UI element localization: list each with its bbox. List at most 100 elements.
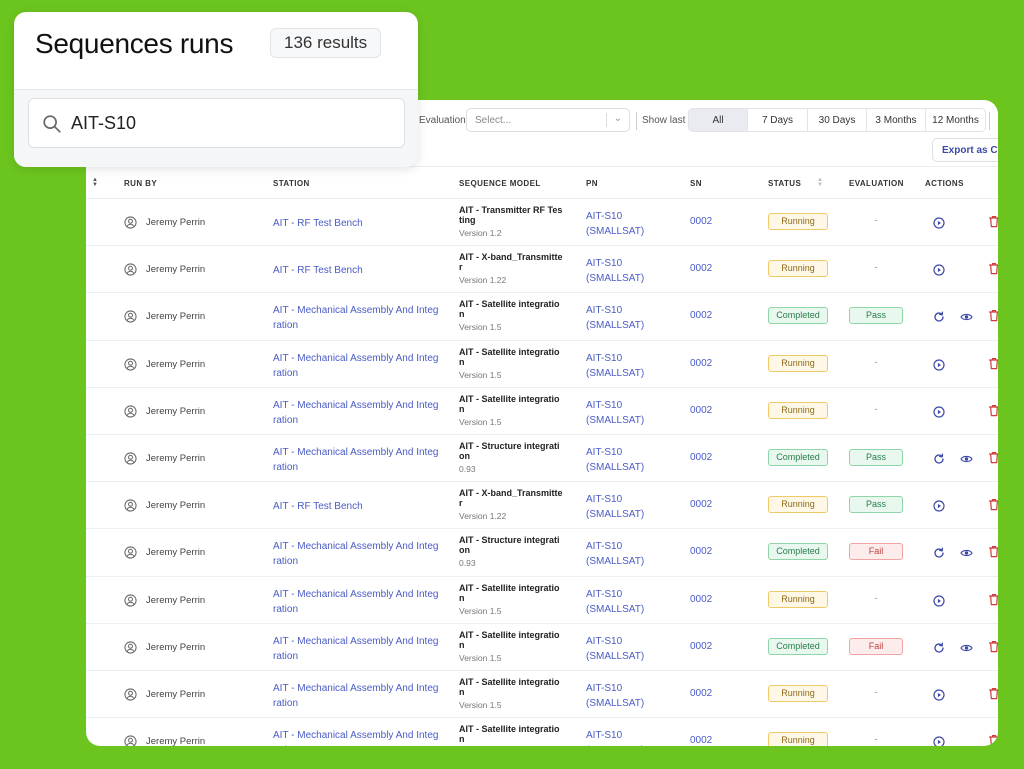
evaluation-select[interactable]: Select... ⌄ bbox=[466, 108, 630, 132]
eye-icon[interactable] bbox=[960, 310, 973, 322]
sort-icon[interactable]: ▲ ▼ bbox=[817, 177, 823, 188]
pn-link[interactable]: AIT-S10 (SMALLSAT) bbox=[586, 728, 676, 746]
trash-icon[interactable] bbox=[988, 357, 998, 370]
play-circle-icon[interactable] bbox=[933, 594, 945, 607]
range-option-3-months[interactable]: 3 Months bbox=[866, 109, 925, 131]
station-link[interactable]: AIT - Mechanical Assembly And Integratio… bbox=[273, 351, 441, 381]
eye-icon[interactable] bbox=[960, 546, 973, 558]
table-row[interactable]: Jeremy Perrin AIT - Mechanical Assembly A… bbox=[86, 671, 998, 719]
trash-icon[interactable] bbox=[988, 640, 998, 653]
pn-link[interactable]: AIT-S10 (SMALLSAT) bbox=[586, 209, 676, 239]
sequence-model-cell: AIT - Satellite integration Version 1.5 bbox=[459, 347, 563, 380]
eye-icon[interactable] bbox=[960, 452, 973, 464]
table-row[interactable]: Jeremy Perrin AIT - Mechanical Assembly A… bbox=[86, 293, 998, 341]
trash-icon[interactable] bbox=[988, 404, 998, 417]
station-link[interactable]: AIT - Mechanical Assembly And Integratio… bbox=[273, 587, 441, 617]
user-circle-icon bbox=[124, 593, 137, 607]
trash-icon[interactable] bbox=[988, 498, 998, 511]
trash-icon[interactable] bbox=[988, 687, 998, 700]
trash-icon[interactable] bbox=[988, 215, 998, 228]
trash-icon[interactable] bbox=[988, 734, 998, 746]
table-row[interactable]: Jeremy Perrin AIT - RF Test Bench AIT - X-… bbox=[86, 482, 998, 530]
search-input[interactable]: AIT-S10 bbox=[28, 98, 405, 148]
sequence-model-cell: AIT - Structure integration 0.93 bbox=[459, 441, 563, 474]
column-header-sn[interactable]: SN bbox=[690, 179, 702, 188]
table-row[interactable]: Jeremy Perrin AIT - Mechanical Assembly A… bbox=[86, 718, 998, 746]
range-option-7-days[interactable]: 7 Days bbox=[747, 109, 807, 131]
sn-link[interactable]: 0002 bbox=[690, 358, 712, 369]
pn-link[interactable]: AIT-S10 (SMALLSAT) bbox=[586, 634, 676, 664]
table-row[interactable]: Jeremy Perrin AIT - Mechanical Assembly A… bbox=[86, 388, 998, 435]
sn-link[interactable]: 0002 bbox=[690, 546, 712, 557]
eye-icon[interactable] bbox=[960, 641, 973, 653]
refresh-icon[interactable] bbox=[933, 452, 945, 464]
pn-link[interactable]: AIT-S10 (SMALLSAT) bbox=[586, 445, 676, 475]
play-circle-icon[interactable] bbox=[933, 735, 945, 746]
sn-link[interactable]: 0002 bbox=[690, 452, 712, 463]
column-header-pn[interactable]: PN bbox=[586, 179, 598, 188]
table-row[interactable]: Jeremy Perrin AIT - Mechanical Assembly A… bbox=[86, 435, 998, 483]
pn-link[interactable]: AIT-S10 (SMALLSAT) bbox=[586, 303, 676, 333]
station-link[interactable]: AIT - Mechanical Assembly And Integratio… bbox=[273, 539, 441, 569]
trash-icon[interactable] bbox=[988, 309, 998, 322]
sn-link[interactable]: 0002 bbox=[690, 688, 712, 699]
pn-link[interactable]: AIT-S10 (SMALLSAT) bbox=[586, 351, 676, 381]
range-option-30-days[interactable]: 30 Days bbox=[807, 109, 866, 131]
pn-link[interactable]: AIT-S10 (SMALLSAT) bbox=[586, 256, 676, 286]
column-header-run-by[interactable]: RUN BY bbox=[124, 179, 157, 188]
table-row[interactable]: Jeremy Perrin AIT - RF Test Bench AIT - X-… bbox=[86, 246, 998, 294]
table-row[interactable]: Jeremy Perrin AIT - Mechanical Assembly A… bbox=[86, 529, 998, 577]
range-option-all[interactable]: All bbox=[689, 109, 747, 131]
play-circle-icon[interactable] bbox=[933, 405, 945, 418]
column-header-evaluation[interactable]: EVALUATION bbox=[849, 179, 904, 188]
pn-link[interactable]: AIT-S10 (SMALLSAT) bbox=[586, 681, 676, 711]
column-header-status[interactable]: STATUS bbox=[768, 179, 801, 188]
pn-link[interactable]: AIT-S10 (SMALLSAT) bbox=[586, 398, 676, 428]
sequence-model-name: AIT - Structure integration bbox=[459, 440, 560, 461]
table-row[interactable]: Jeremy Perrin AIT - RF Test Bench AIT - Tr… bbox=[86, 199, 998, 247]
trash-icon[interactable] bbox=[988, 451, 998, 464]
station-link[interactable]: AIT - Mechanical Assembly And Integratio… bbox=[273, 303, 441, 333]
range-option-12-months[interactable]: 12 Months bbox=[925, 109, 985, 131]
pn-link[interactable]: AIT-S10 (SMALLSAT) bbox=[586, 587, 676, 617]
trash-icon[interactable] bbox=[988, 593, 998, 606]
sn-link[interactable]: 0002 bbox=[690, 310, 712, 321]
station-link[interactable]: AIT - RF Test Bench bbox=[273, 216, 441, 231]
refresh-icon[interactable] bbox=[933, 546, 945, 558]
sn-link[interactable]: 0002 bbox=[690, 735, 712, 746]
play-circle-icon[interactable] bbox=[933, 358, 945, 371]
evaluation-badge: Pass bbox=[849, 496, 903, 514]
export-csv-button[interactable]: Export as CSV bbox=[932, 138, 998, 162]
sn-link[interactable]: 0002 bbox=[690, 594, 712, 605]
station-link[interactable]: AIT - RF Test Bench bbox=[273, 263, 441, 278]
pn-link[interactable]: AIT-S10 (SMALLSAT) bbox=[586, 492, 676, 522]
show-last-label: Show last bbox=[642, 115, 686, 126]
station-link[interactable]: AIT - Mechanical Assembly And Integratio… bbox=[273, 634, 441, 664]
sn-link[interactable]: 0002 bbox=[690, 499, 712, 510]
station-link[interactable]: AIT - RF Test Bench bbox=[273, 499, 441, 514]
column-header-sequence-model[interactable]: SEQUENCE MODEL bbox=[459, 179, 541, 188]
play-circle-icon[interactable] bbox=[933, 216, 945, 229]
refresh-icon[interactable] bbox=[933, 310, 945, 323]
station-link[interactable]: AIT - Mechanical Assembly And Integratio… bbox=[273, 445, 441, 475]
sn-link[interactable]: 0002 bbox=[690, 641, 712, 652]
table-row[interactable]: Jeremy Perrin AIT - Mechanical Assembly A… bbox=[86, 624, 998, 671]
user-circle-icon bbox=[124, 405, 137, 418]
sn-link[interactable]: 0002 bbox=[690, 263, 712, 274]
trash-icon[interactable] bbox=[988, 545, 998, 558]
sn-link[interactable]: 0002 bbox=[690, 216, 712, 227]
pn-link[interactable]: AIT-S10 (SMALLSAT) bbox=[586, 539, 676, 569]
station-link[interactable]: AIT - Mechanical Assembly And Integratio… bbox=[273, 681, 441, 711]
play-circle-icon[interactable] bbox=[933, 263, 945, 276]
column-header-station[interactable]: STATION bbox=[273, 179, 310, 188]
station-link[interactable]: AIT - Mechanical Assembly And Integratio… bbox=[273, 728, 441, 746]
table-row[interactable]: Jeremy Perrin AIT - Mechanical Assembly A… bbox=[86, 577, 998, 624]
play-circle-icon[interactable] bbox=[933, 688, 945, 701]
sort-icon[interactable]: ▲ ▼ bbox=[92, 177, 98, 188]
station-link[interactable]: AIT - Mechanical Assembly And Integratio… bbox=[273, 398, 441, 428]
trash-icon[interactable] bbox=[988, 262, 998, 275]
refresh-icon[interactable] bbox=[933, 641, 945, 653]
table-row[interactable]: Jeremy Perrin AIT - Mechanical Assembly A… bbox=[86, 341, 998, 388]
play-circle-icon[interactable] bbox=[933, 499, 945, 512]
sn-link[interactable]: 0002 bbox=[690, 405, 712, 416]
